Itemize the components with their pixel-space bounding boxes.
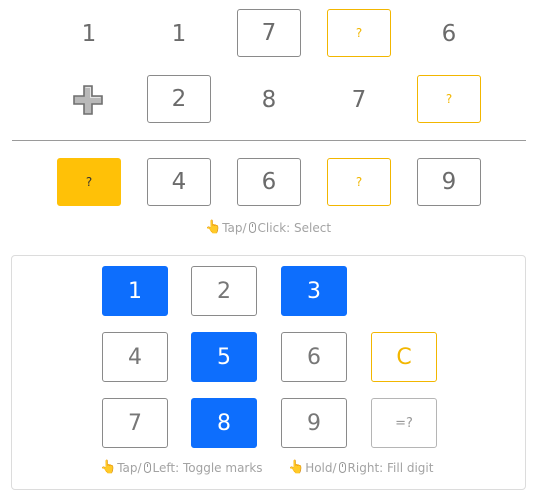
key-7[interactable]: 7 xyxy=(102,398,168,448)
hand-icon: 👆 xyxy=(205,220,222,235)
hint-tap-text: Tap/ xyxy=(117,460,142,475)
hint-hold-text: Hold/ xyxy=(305,460,337,475)
key-5[interactable]: 5 xyxy=(191,332,257,382)
row1-digit-3[interactable]: 7 xyxy=(237,9,301,57)
row2-digit-3: 7 xyxy=(351,87,367,113)
row1-digit-5: 6 xyxy=(441,21,457,47)
mouse-icon xyxy=(143,462,151,473)
key-4[interactable]: 4 xyxy=(102,332,168,382)
row2-digit-1[interactable]: 2 xyxy=(147,75,211,123)
clear-button[interactable]: C xyxy=(371,332,437,382)
row1-digit-4-unknown[interactable]: ? xyxy=(327,9,391,57)
result-digit-3[interactable]: 6 xyxy=(237,158,301,206)
select-hint: 👆 Tap/ Click: Select xyxy=(205,220,331,235)
sum-divider xyxy=(12,140,526,141)
key-9[interactable]: 9 xyxy=(281,398,347,448)
row1-digit-1: 1 xyxy=(81,21,97,47)
key-1[interactable]: 1 xyxy=(102,266,168,316)
keypad-panel: 1 2 3 4 5 6 C 7 8 9 =? 👆 Tap/ Left: Togg… xyxy=(11,255,526,490)
result-digit-2[interactable]: 4 xyxy=(147,158,211,206)
toggle-marks-hint: 👆 Tap/ Left: Toggle marks xyxy=(100,460,263,475)
row1-digit-2: 1 xyxy=(171,21,187,47)
row2-digit-2: 8 xyxy=(261,87,277,113)
key-3[interactable]: 3 xyxy=(281,266,347,316)
hand-icon: 👆 xyxy=(100,460,117,475)
hint-left-text: Left: Toggle marks xyxy=(152,460,263,475)
hand-icon: 👆 xyxy=(288,460,305,475)
plus-icon xyxy=(73,85,103,115)
key-8[interactable]: 8 xyxy=(191,398,257,448)
key-6[interactable]: 6 xyxy=(281,332,347,382)
fill-digit-hint: 👆 Hold/ Right: Fill digit xyxy=(288,460,433,475)
check-button[interactable]: =? xyxy=(371,398,437,448)
result-digit-4-unknown[interactable]: ? xyxy=(327,158,391,206)
result-digit-5[interactable]: 9 xyxy=(417,158,481,206)
row2-digit-4-unknown[interactable]: ? xyxy=(417,75,481,123)
mouse-icon xyxy=(338,462,346,473)
hint-right-text: Right: Fill digit xyxy=(347,460,434,475)
result-digit-1-selected[interactable]: ? xyxy=(57,158,121,206)
hint-click-text: Click: Select xyxy=(257,220,332,235)
key-2[interactable]: 2 xyxy=(191,266,257,316)
mouse-icon xyxy=(248,222,256,233)
hint-tap-text: Tap/ xyxy=(222,220,247,235)
